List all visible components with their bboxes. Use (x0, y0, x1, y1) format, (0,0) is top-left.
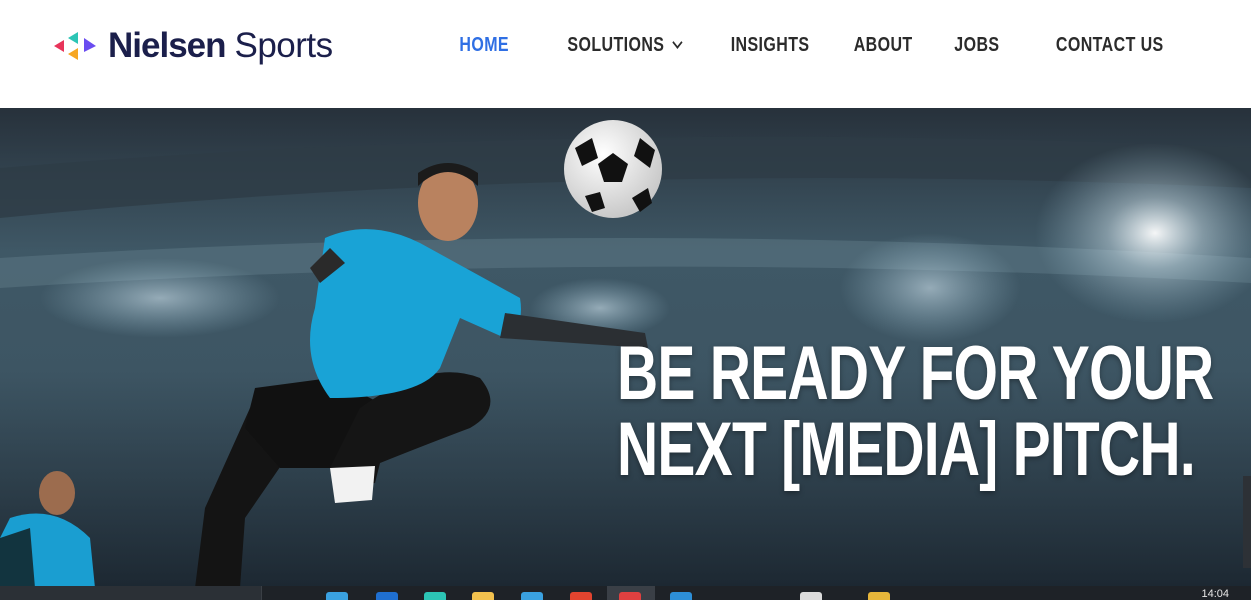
nav-item-insights[interactable]: INSIGHTS (731, 34, 810, 57)
side-scroll-tab[interactable] (1243, 476, 1251, 568)
soccer-ball (564, 120, 662, 218)
os-taskbar: 14:04 (0, 586, 1251, 600)
nav-item-jobs[interactable]: JOBS (954, 34, 999, 57)
hero-headline: BE READY FOR YOUR NEXT [MEDIA] PITCH. (617, 336, 1217, 488)
taskbar-app-icon[interactable] (619, 592, 641, 600)
logo-sub-text: Sports (234, 26, 334, 65)
headline-line-2: NEXT [MEDIA] PITCH. (617, 407, 1196, 492)
main-nav: HOME SOLUTIONS INSIGHTS ABOUT JOBS CONTA… (417, 30, 1164, 60)
taskbar-app-icon[interactable] (521, 592, 543, 600)
headline-line-1: BE READY FOR YOUR (617, 331, 1214, 416)
nav-item-about[interactable]: ABOUT (854, 34, 913, 57)
nielsen-sports-logo[interactable]: Nielsen Sports (54, 26, 333, 66)
hero-banner: BE READY FOR YOUR NEXT [MEDIA] PITCH. (0, 108, 1251, 588)
taskbar-app-icon[interactable] (570, 592, 592, 600)
nav-item-label: HOME (459, 33, 509, 56)
chevron-down-icon (672, 35, 683, 49)
taskbar-app-icon[interactable] (868, 592, 890, 600)
taskbar-app-icon[interactable] (326, 592, 348, 600)
logo-brand-text: Nielsen (108, 26, 226, 65)
nav-item-solutions[interactable]: SOLUTIONS (567, 33, 683, 57)
folder-icon[interactable] (472, 592, 494, 600)
taskbar-app-icon[interactable] (376, 592, 398, 600)
site-header: Nielsen Sports HOME SOLUTIONS INSIGHTS A… (0, 0, 1251, 108)
nav-item-label: JOBS (954, 33, 1000, 56)
taskbar-app-icon[interactable] (670, 592, 692, 600)
taskbar-clock[interactable]: 14:04 (1201, 589, 1229, 600)
nav-item-label: ABOUT (854, 33, 913, 56)
taskbar-search-box[interactable] (0, 586, 262, 600)
taskbar-app-icon[interactable] (424, 592, 446, 600)
nav-item-label: INSIGHTS (730, 33, 810, 56)
nav-item-contact-us[interactable]: CONTACT US (1056, 34, 1164, 57)
nav-item-label: SOLUTIONS (567, 33, 665, 56)
nav-item-home[interactable]: HOME (459, 34, 509, 57)
taskbar-app-icon[interactable] (800, 592, 822, 600)
nav-item-label: CONTACT US (1056, 33, 1164, 56)
logo-triangles-icon (54, 32, 96, 60)
